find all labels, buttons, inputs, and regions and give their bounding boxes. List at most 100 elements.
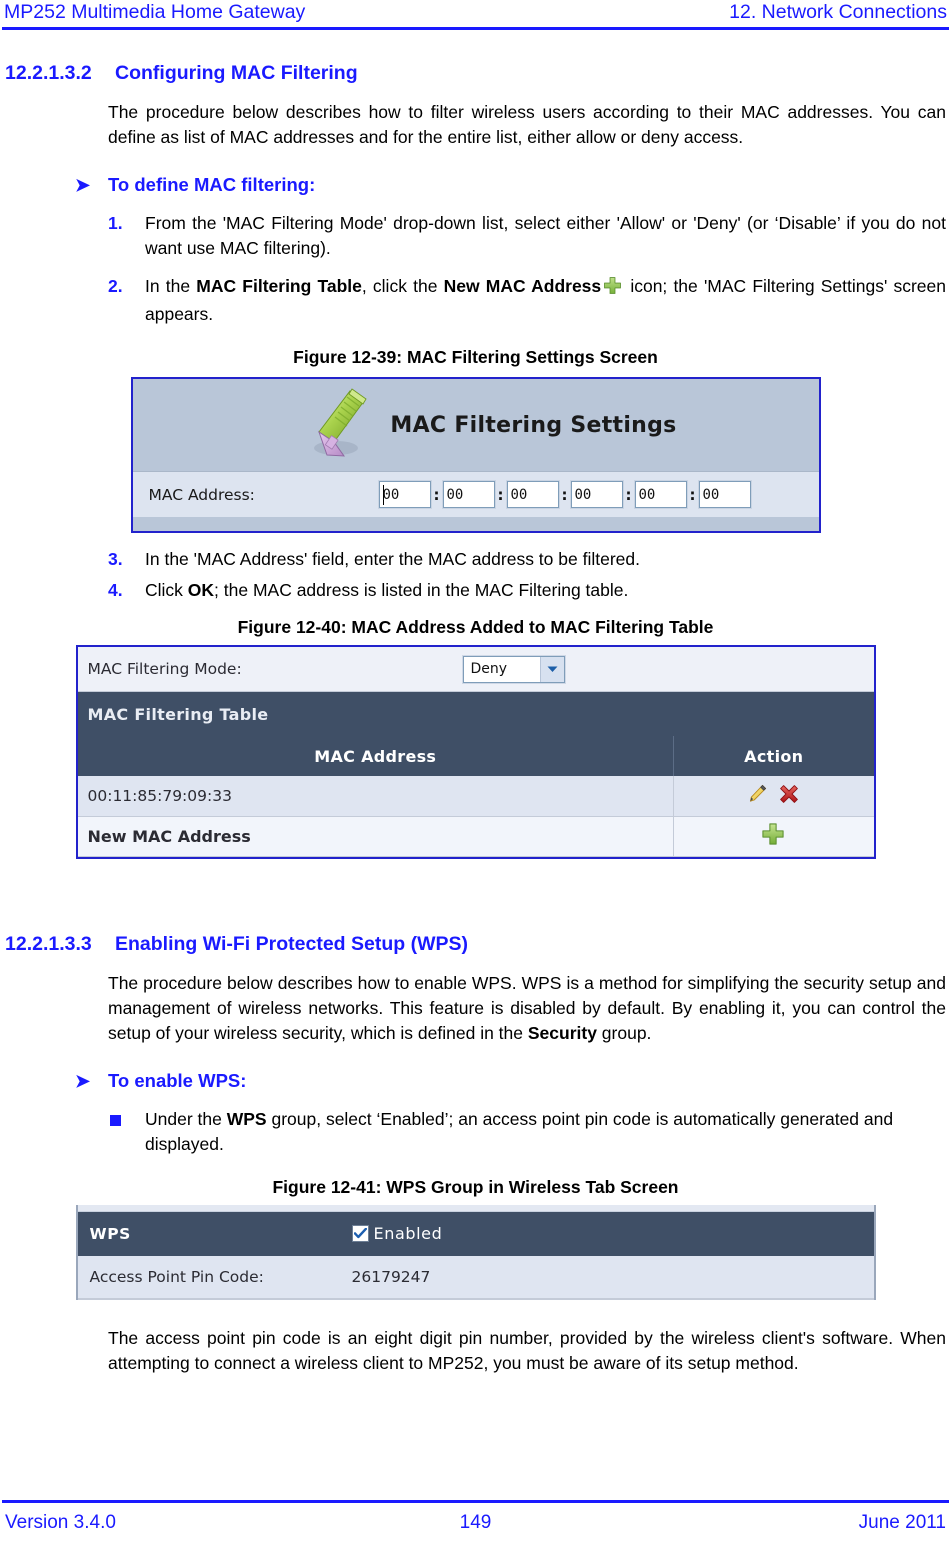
cell-new-mac-address[interactable]: New MAC Address xyxy=(77,816,674,857)
arrow-bullet-icon: ➤ xyxy=(75,175,91,195)
fig41-top-strip xyxy=(77,1204,874,1212)
octet-separator: : xyxy=(625,485,632,504)
square-bullet-icon xyxy=(110,1114,121,1126)
mac-filtering-table-group-title: MAC Filtering Table xyxy=(77,692,874,736)
step-text-bold: OK xyxy=(187,580,215,600)
section-title: Enabling Wi-Fi Protected Setup (WPS) xyxy=(115,932,468,955)
footer-version: Version 3.4.0 xyxy=(5,1512,116,1533)
step-number: 1. xyxy=(108,213,123,233)
steps-list-mac-filtering: 1. From the 'MAC Filtering Mode' drop-do… xyxy=(0,211,951,327)
wps-group-header-row: WPS Enabled xyxy=(77,1211,874,1256)
figure-caption-12-40: Figure 12-40: MAC Address Added to MAC F… xyxy=(237,617,714,637)
steps-list-mac-filtering-cont: 3. In the 'MAC Address' field, enter the… xyxy=(0,547,951,603)
arrow-bullet-icon: ➤ xyxy=(75,1070,91,1091)
mac-address-octet-group[interactable]: 00 : 00 : 00 : 00 : 00 : 00 xyxy=(377,480,752,509)
bullet-text-bold: WPS xyxy=(226,1108,267,1129)
step-text: , click the xyxy=(361,276,444,296)
figure-caption-12-39: Figure 12-39: MAC Filtering Settings Scr… xyxy=(293,347,658,367)
wps-enabled-label: Enabled xyxy=(373,1224,443,1243)
section-heading-wps: 12.2.1.3.3 Enabling Wi-Fi Protected Setup… xyxy=(0,931,951,957)
figure-12-39: MAC Filtering Settings MAC Address: 00 :… xyxy=(0,377,951,533)
mac-octet-input-6[interactable]: 00 xyxy=(697,480,752,509)
section-number: 12.2.1.3.2 xyxy=(5,62,92,84)
step-number: 4. xyxy=(108,580,123,600)
figure-caption-12-41: Figure 12-41: WPS Group in Wireless Tab … xyxy=(272,1176,679,1197)
fig39-mac-address-field-row: MAC Address: 00 : 00 : 00 : 00 : 00 : 00 xyxy=(132,471,819,517)
mac-filtering-mode-row: MAC Filtering Mode: Deny xyxy=(77,647,874,692)
fig39-panel-title: MAC Filtering Settings xyxy=(390,412,677,438)
step-text: In the xyxy=(145,276,197,296)
access-point-pin-code-value: 26179247 xyxy=(351,1267,431,1286)
step-item: 3. In the 'MAC Address' field, enter the… xyxy=(0,547,951,572)
cell-actions xyxy=(673,776,874,817)
section-heading-mac-filtering: 12.2.1.3.2 Configuring MAC Filtering xyxy=(0,60,951,86)
delete-x-icon[interactable] xyxy=(778,783,800,809)
add-plus-icon xyxy=(603,276,622,302)
section-number: 12.2.1.3.3 xyxy=(5,932,92,955)
access-point-pin-code-row: Access Point Pin Code: 26179247 xyxy=(77,1255,874,1300)
column-header-action: Action xyxy=(673,736,874,776)
footer-date: June 2011 xyxy=(858,1512,946,1533)
fig39-title-row: MAC Filtering Settings xyxy=(133,379,819,471)
mac-octet-input-2[interactable]: 00 xyxy=(441,480,496,509)
bullet-list-wps: Under the WPS group, select ‘Enabled’; a… xyxy=(0,1107,951,1157)
mac-filtering-table: MAC Address Action 00:11:85:79:09:33 New… xyxy=(77,736,874,857)
wps-intro-bold: Security xyxy=(527,1022,597,1043)
table-header-row: MAC Address Action xyxy=(77,736,874,776)
fig39-footer-strip xyxy=(132,517,819,531)
section-intro-paragraph: The procedure below describes how to fil… xyxy=(108,102,946,147)
octet-separator: : xyxy=(433,485,440,504)
octet-separator: : xyxy=(561,485,568,504)
step-text: From the 'MAC Filtering Mode' drop-down … xyxy=(145,213,946,258)
procedure-title-text: To define MAC filtering: xyxy=(108,174,316,195)
page-header: MP252 Multimedia Home Gateway 12. Networ… xyxy=(0,0,951,30)
header-left-title: MP252 Multimedia Home Gateway xyxy=(4,1,306,23)
footer-page-number: 149 xyxy=(459,1512,492,1533)
procedure-title-mac-filtering: ➤ To define MAC filtering: xyxy=(0,172,951,198)
header-divider xyxy=(2,27,949,30)
step-item: 4. Click OK; the MAC address is listed in… xyxy=(0,578,951,603)
step-number: 3. xyxy=(108,549,123,569)
octet-separator: : xyxy=(689,485,696,504)
section-title: Configuring MAC Filtering xyxy=(115,62,358,84)
mac-filtering-mode-value: Deny xyxy=(470,661,508,677)
add-plus-icon[interactable] xyxy=(761,822,785,850)
edit-pencil-icon[interactable] xyxy=(746,783,768,809)
closing-paragraph: The access point pin code is an eight di… xyxy=(108,1327,946,1373)
mac-octet-input-3[interactable]: 00 xyxy=(505,480,560,509)
step-text: Click xyxy=(145,580,188,600)
figure-12-40: MAC Filtering Mode: Deny MAC Filtering T… xyxy=(0,645,951,859)
step-text: ; the MAC address is listed in the MAC F… xyxy=(214,580,629,600)
header-right-title: 12. Network Connections xyxy=(729,1,947,23)
cell-mac-address: 00:11:85:79:09:33 xyxy=(77,776,674,817)
rj45-connector-icon xyxy=(304,385,378,465)
step-text: In the 'MAC Address' field, enter the MA… xyxy=(145,549,640,569)
fig39-mac-address-label: MAC Address: xyxy=(148,485,255,504)
mac-octet-input-5[interactable]: 00 xyxy=(633,480,688,509)
step-text-bold: New MAC Address xyxy=(443,276,602,296)
list-item: Under the WPS group, select ‘Enabled’; a… xyxy=(0,1107,951,1157)
step-item: 1. From the 'MAC Filtering Mode' drop-do… xyxy=(0,211,951,261)
cell-actions xyxy=(673,816,874,857)
octet-separator: : xyxy=(497,485,504,504)
step-text-bold: MAC Filtering Table xyxy=(196,276,362,296)
mac-octet-input-4[interactable]: 00 xyxy=(569,480,624,509)
step-item: 2. In the MAC Filtering Table, click the … xyxy=(0,274,951,327)
procedure-title-text: To enable WPS: xyxy=(108,1069,247,1091)
footer-divider xyxy=(2,1500,949,1503)
checkbox-checked-icon[interactable] xyxy=(351,1225,369,1242)
figure-12-41: WPS Enabled Access Point Pin Code: 26179… xyxy=(0,1204,951,1300)
access-point-pin-code-label: Access Point Pin Code: xyxy=(89,1267,264,1286)
wps-intro-paragraph: The procedure below describes how to ena… xyxy=(0,971,951,1046)
table-row: 00:11:85:79:09:33 xyxy=(77,776,874,817)
chevron-down-icon[interactable] xyxy=(539,656,564,682)
mac-octet-input-1[interactable]: 00 xyxy=(377,480,432,509)
wps-group-label: WPS xyxy=(89,1224,131,1243)
mac-filtering-mode-label: MAC Filtering Mode: xyxy=(87,660,242,678)
wps-enabled-checkbox[interactable]: Enabled xyxy=(351,1224,443,1243)
step-number: 2. xyxy=(108,276,123,296)
page-content: 12.2.1.3.2 Configuring MAC Filtering The … xyxy=(0,34,951,1376)
page-footer: Version 3.4.0 149 June 2011 xyxy=(0,1508,951,1538)
mac-filtering-mode-select[interactable]: Deny xyxy=(461,654,566,684)
table-row[interactable]: New MAC Address xyxy=(77,816,874,857)
